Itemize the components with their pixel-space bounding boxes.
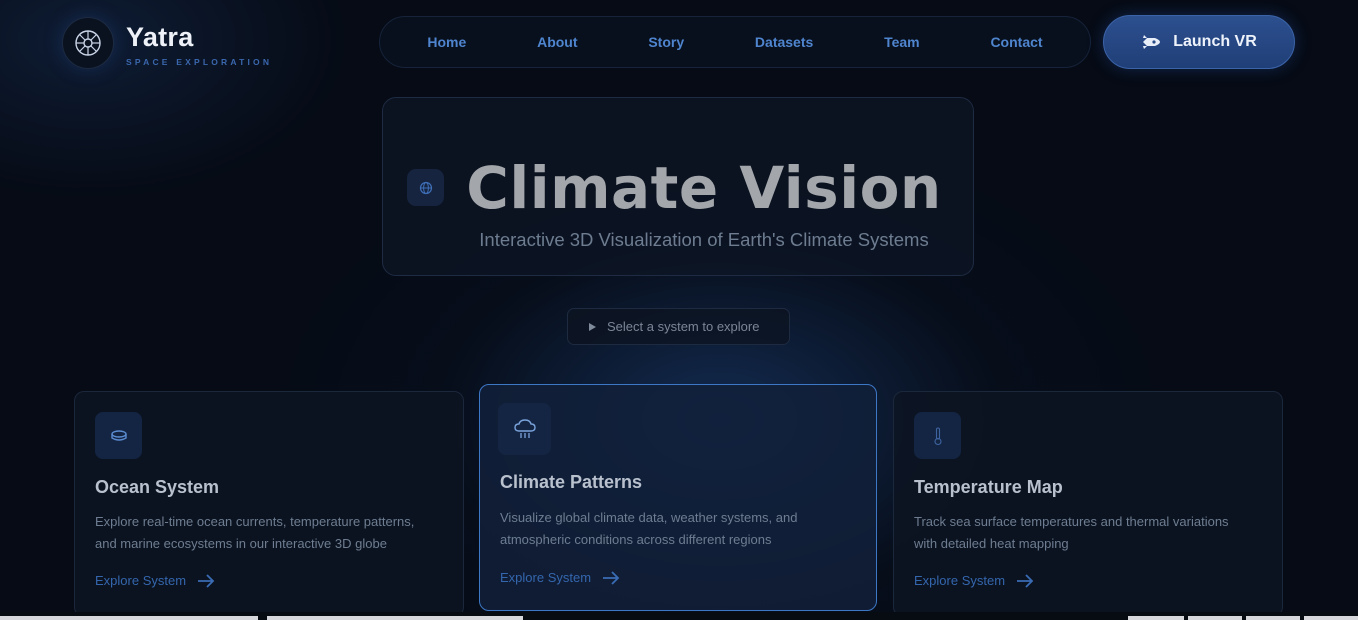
hero-panel: Climate Vision Interactive 3D Visualizat…: [382, 97, 974, 276]
launch-vr-button[interactable]: Launch VR: [1103, 15, 1295, 69]
explore-system-link[interactable]: Explore System: [914, 573, 1034, 588]
card-description: Track sea surface temperatures and therm…: [914, 514, 1229, 551]
taskbar-segment: [1246, 616, 1300, 620]
brand-subtitle: SPACE EXPLORATION: [126, 56, 273, 67]
card-temperature-map[interactable]: Temperature Map Track sea surface temper…: [893, 391, 1283, 617]
cloud-rain-icon: [498, 403, 551, 455]
logo-emblem-icon: [62, 17, 114, 69]
card-title: Climate Patterns: [500, 472, 643, 492]
arrow-right-icon: [1017, 573, 1034, 588]
nav-home[interactable]: Home: [427, 34, 466, 50]
card-climate-patterns[interactable]: Climate Patterns Visualize global climat…: [479, 384, 877, 611]
thermometer-icon: [914, 412, 961, 459]
card-description: Visualize global climate data, weather s…: [500, 510, 798, 547]
nav-about[interactable]: About: [537, 34, 577, 50]
page-title: Climate Vision: [466, 154, 942, 222]
ocean-icon: [95, 412, 142, 459]
nav-contact[interactable]: Contact: [990, 34, 1042, 50]
explore-system-link[interactable]: Explore System: [500, 570, 620, 585]
main-nav: Home About Story Datasets Team Contact: [379, 16, 1091, 68]
taskbar-segment: [1188, 616, 1242, 620]
select-system-prompt[interactable]: Select a system to explore: [567, 308, 790, 345]
nav-datasets[interactable]: Datasets: [755, 34, 813, 50]
taskbar-segment: [1128, 616, 1184, 620]
nav-team[interactable]: Team: [884, 34, 920, 50]
page-subtitle: Interactive 3D Visualization of Earth's …: [479, 229, 929, 250]
card-description: Explore real-time ocean currents, temper…: [95, 514, 415, 551]
card-title: Ocean System: [95, 477, 220, 497]
card-title: Temperature Map: [914, 477, 1063, 497]
card-ocean-system[interactable]: Ocean System Explore real-time ocean cur…: [74, 391, 464, 617]
taskbar-segment: [267, 616, 523, 620]
arrow-right-icon: [198, 573, 215, 588]
brand-title: Yatra: [126, 21, 194, 52]
brand-logo[interactable]: Yatra SPACE EXPLORATION: [62, 17, 272, 69]
select-prompt-label: Select a system to explore: [607, 319, 760, 334]
arrow-right-icon: [603, 570, 620, 585]
taskbar-segment: [0, 616, 258, 620]
explore-system-link[interactable]: Explore System: [95, 573, 215, 588]
launch-vr-label: Launch VR: [1173, 33, 1257, 50]
nav-story[interactable]: Story: [648, 34, 684, 50]
play-icon: [589, 322, 596, 331]
taskbar-segment: [1304, 616, 1358, 620]
rocket-icon: [1141, 35, 1161, 49]
